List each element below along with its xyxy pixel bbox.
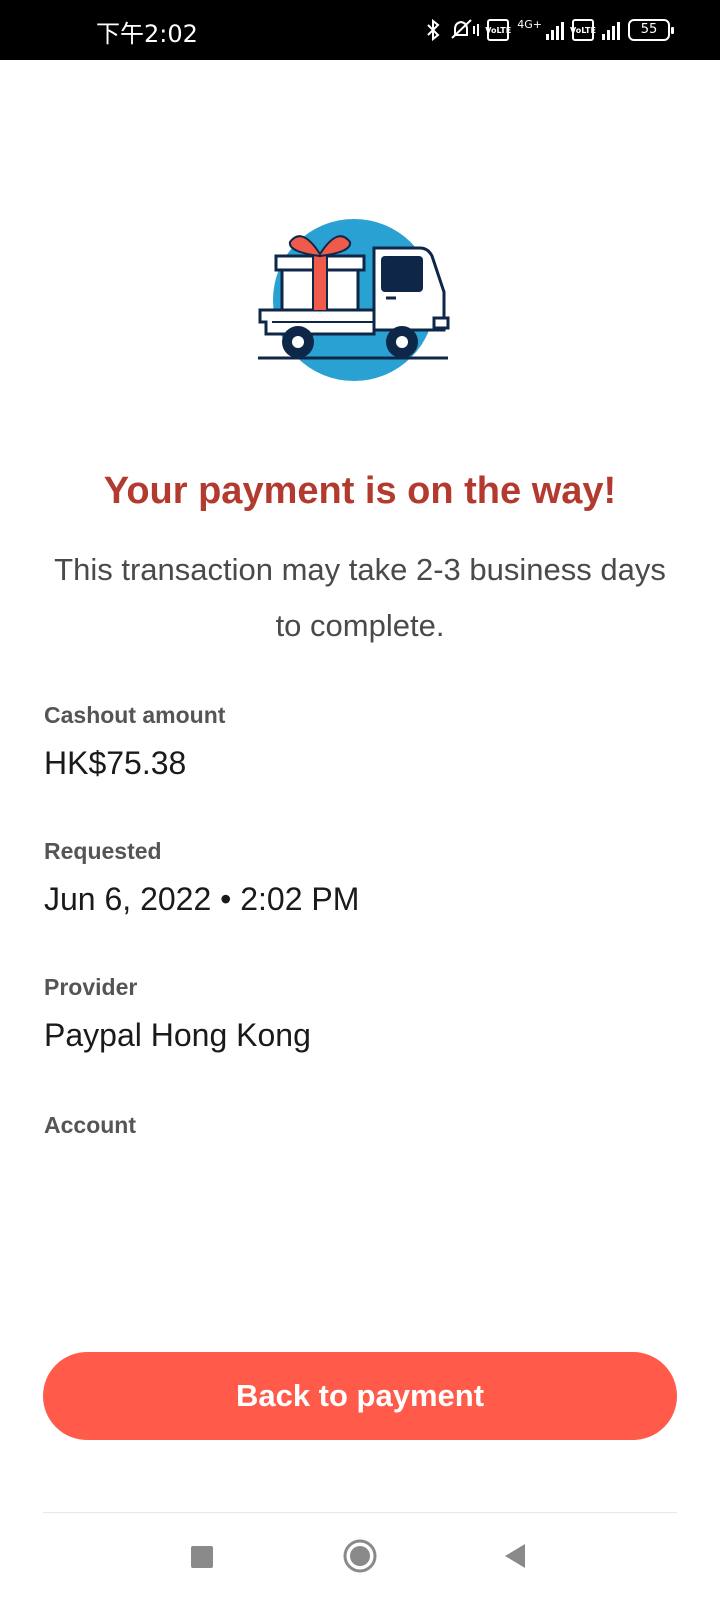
account-field: Account [44, 1112, 684, 1155]
requested-label: Requested [44, 838, 162, 864]
system-nav-bar [0, 1513, 720, 1600]
cashout-amount-label: Cashout amount [44, 702, 226, 728]
provider-value: Paypal Hong Kong [44, 1017, 311, 1053]
square-recents-icon[interactable] [191, 1546, 213, 1568]
cashout-amount-field: Cashout amount HK$75.38 [44, 702, 684, 782]
account-label: Account [44, 1112, 136, 1138]
circle-home-icon[interactable] [343, 1539, 377, 1573]
mute-icon [449, 18, 480, 42]
provider-field: Provider Paypal Hong Kong [44, 974, 684, 1054]
bluetooth-icon [425, 18, 441, 42]
signal-icon [546, 20, 564, 40]
requested-value: Jun 6, 2022 • 2:02 PM [44, 881, 360, 917]
provider-label: Provider [44, 974, 138, 1000]
status-bar: 下午2:02 Vo LTE 4G+ Vo LTE 55 [0, 0, 720, 60]
signal-icon-2 [602, 20, 620, 40]
confirmation-subtext: This transaction may take 2-3 business d… [54, 552, 666, 643]
status-icons: Vo LTE 4G+ Vo LTE 55 [425, 16, 674, 44]
confirmation-headline: Your payment is on the way! [103, 470, 617, 512]
battery-icon: 55 [628, 19, 674, 41]
cashout-amount-value: HK$75.38 [44, 745, 187, 781]
network-type: 4G+ [517, 17, 542, 31]
requested-field: Requested Jun 6, 2022 • 2:02 PM [44, 838, 684, 918]
volte-icon-2: Vo LTE [570, 19, 596, 41]
status-time: 下午2:02 [96, 20, 198, 48]
delivery-truck-with-gift-icon [258, 218, 454, 386]
triangle-back-icon[interactable] [503, 1542, 527, 1570]
back-to-payment-button[interactable]: Back to payment [43, 1352, 677, 1440]
volte-icon: Vo LTE [485, 19, 511, 41]
